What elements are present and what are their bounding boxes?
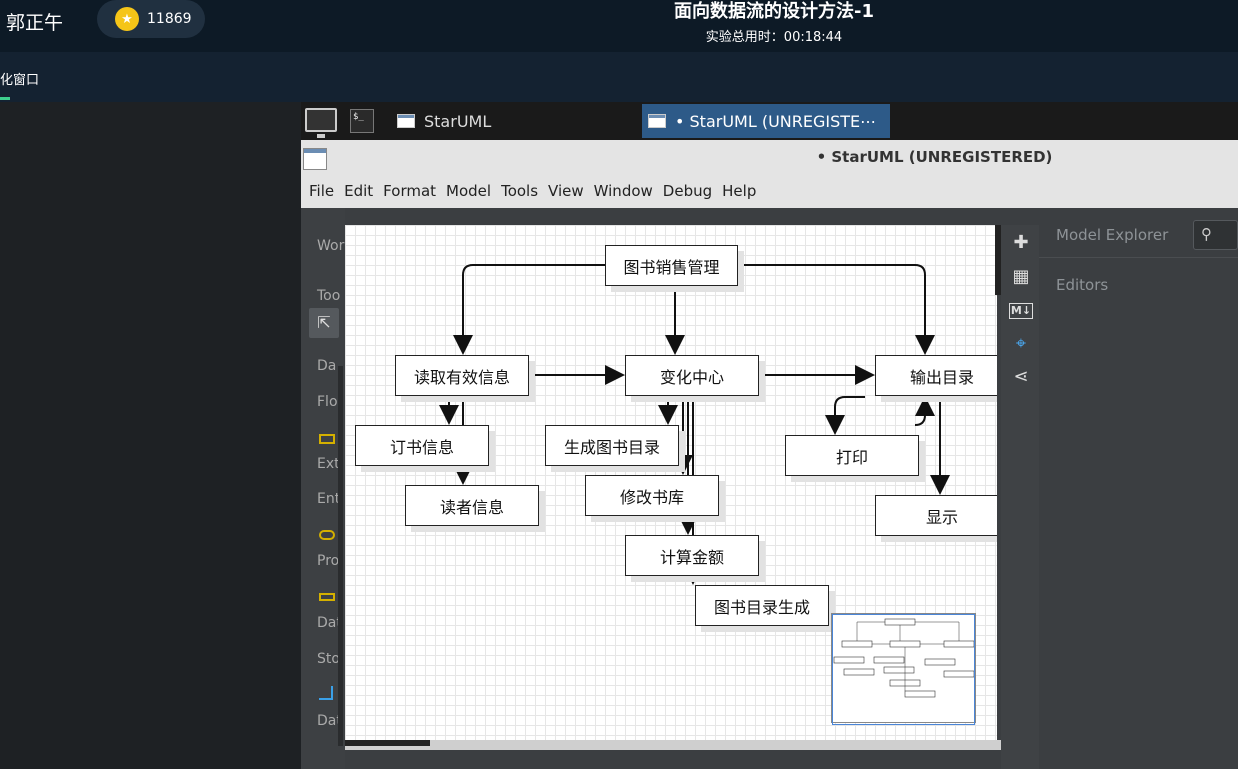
menu-debug[interactable]: Debug — [663, 182, 712, 200]
node-label: 修改书库 — [619, 487, 684, 507]
menu-tools[interactable]: Tools — [501, 182, 538, 200]
node-label: 生成图书目录 — [563, 437, 660, 457]
node-transform-center[interactable]: 变化中心 — [625, 355, 759, 396]
window-titlebar[interactable]: • StarUML (UNREGISTERED) — [301, 140, 1238, 174]
target-icon[interactable]: ⌖ — [1009, 332, 1033, 356]
lab-header: 郭正午 ★ 11869 面向数据流的设计方法-1 实验总用时：00:18:44 — [0, 0, 1238, 52]
minimap-viewport[interactable] — [832, 614, 975, 725]
window-icon — [648, 114, 666, 128]
tool-process[interactable]: Pro — [317, 553, 339, 569]
node-label: 变化中心 — [659, 367, 724, 387]
window-tab-label[interactable]: 化窗口 — [0, 69, 39, 88]
tool-store[interactable]: Sto — [317, 651, 340, 667]
staruml-window: • StarUML (UNREGISTERED) File Edit Forma… — [301, 140, 1238, 769]
process-icon — [319, 530, 335, 540]
node-label: 计算金额 — [659, 547, 724, 567]
left-panel — [0, 102, 301, 769]
node-book-sales-mgmt[interactable]: 图书销售管理 — [605, 245, 738, 286]
menu-format[interactable]: Format — [383, 182, 436, 200]
sub-toolbar: 化窗口 — [0, 52, 1238, 102]
node-label: 订书信息 — [389, 437, 454, 457]
editors-title: Editors — [1056, 276, 1109, 294]
select-tool-icon[interactable]: ⇱ — [309, 308, 339, 338]
node-label: 输出目录 — [909, 367, 974, 387]
node-display[interactable]: 显示 — [875, 495, 997, 536]
canvas-horizontal-scrollbar[interactable] — [345, 740, 430, 746]
model-explorer-panel: Model Explorer ⚲ Editors — [1039, 208, 1238, 769]
lab-elapsed-time: 实验总用时：00:18:44 — [705, 30, 843, 45]
node-generate-catalog[interactable]: 生成图书目录 — [545, 425, 679, 466]
node-order-info[interactable]: 订书信息 — [355, 425, 489, 466]
node-catalog-generation[interactable]: 图书目录生成 — [695, 585, 829, 626]
model-explorer-title: Model Explorer — [1056, 226, 1169, 244]
dataflow-icon — [319, 686, 333, 700]
terminal-icon[interactable]: $_ — [350, 109, 374, 133]
taskbar-item-staruml-active[interactable]: • StarUML (UNREGISTE⋯ — [642, 104, 890, 138]
menu-model[interactable]: Model — [446, 182, 491, 200]
remote-desktop: $_ StarUML • StarUML (UNREGISTE⋯ • StarU… — [301, 102, 1238, 769]
toolbox-title: Too — [317, 288, 341, 304]
window-title: • StarUML (UNREGISTERED) — [816, 148, 1053, 166]
node-label: 图书目录生成 — [713, 597, 810, 617]
tool-entity[interactable]: Ent — [317, 491, 340, 507]
node-read-valid-info[interactable]: 读取有效信息 — [395, 355, 529, 396]
extensions-icon[interactable]: ✚ — [1009, 231, 1033, 255]
canvas-footer — [345, 740, 1001, 750]
menu-help[interactable]: Help — [722, 182, 756, 200]
taskbar-item-staruml[interactable]: StarUML — [391, 104, 637, 138]
markdown-icon[interactable]: M↓ — [1009, 303, 1033, 319]
node-label: 读者信息 — [439, 497, 504, 517]
diagram-canvas[interactable]: 图书销售管理 读取有效信息 变化中心 输出目录 订书信息 读者信息 生成图书目录… — [345, 225, 997, 740]
toolbox-scrollbar[interactable] — [338, 366, 343, 746]
tool-external-entity[interactable]: Ext — [317, 456, 340, 472]
menu-view[interactable]: View — [548, 182, 584, 200]
share-icon[interactable]: ⋖ — [1009, 365, 1033, 389]
working-diagrams-tab[interactable]: Wor — [317, 238, 344, 254]
datastore-icon — [319, 593, 335, 601]
sidebar-icon-strip: ✚ ▦ M↓ ⌖ ⋖ — [1001, 225, 1039, 769]
node-calc-amount[interactable]: 计算金额 — [625, 535, 759, 576]
lab-title: 面向数据流的设计方法-1 — [674, 1, 874, 22]
taskbar-item-label: • StarUML (UNREGISTE⋯ — [675, 111, 877, 131]
monitor-icon[interactable] — [305, 108, 337, 138]
diagram-minimap[interactable] — [831, 613, 976, 725]
menu-file[interactable]: File — [309, 182, 334, 200]
active-tab-indicator — [0, 97, 10, 100]
toolbox-group-data[interactable]: Da — [317, 358, 336, 374]
menu-bar: File Edit Format Model Tools View Window… — [301, 174, 1238, 208]
node-label: 打印 — [835, 447, 868, 467]
node-label: 读取有效信息 — [413, 367, 510, 387]
taskbar-item-label: StarUML — [424, 111, 492, 131]
layout-icon[interactable]: ▦ — [1009, 265, 1033, 289]
taskbar: $_ StarUML • StarUML (UNREGISTE⋯ — [301, 102, 1238, 140]
node-reader-info[interactable]: 读者信息 — [405, 485, 539, 526]
node-label: 显示 — [925, 507, 958, 527]
search-icon[interactable]: ⚲ — [1193, 220, 1238, 250]
toolbox-group-flow[interactable]: Flo — [317, 394, 338, 410]
menu-window[interactable]: Window — [594, 182, 653, 200]
toolbox-panel: Wor Too ⇱ Da Flo Ext Ent Pro Dat Sto Dat — [301, 208, 345, 769]
node-print[interactable]: 打印 — [785, 435, 919, 476]
node-modify-library[interactable]: 修改书库 — [585, 475, 719, 516]
menu-edit[interactable]: Edit — [344, 182, 373, 200]
window-icon — [397, 114, 415, 128]
external-entity-icon — [319, 434, 335, 444]
model-explorer-header: Model Explorer ⚲ — [1039, 208, 1238, 258]
node-output-catalog[interactable]: 输出目录 — [875, 355, 997, 396]
node-label: 图书销售管理 — [623, 257, 720, 277]
